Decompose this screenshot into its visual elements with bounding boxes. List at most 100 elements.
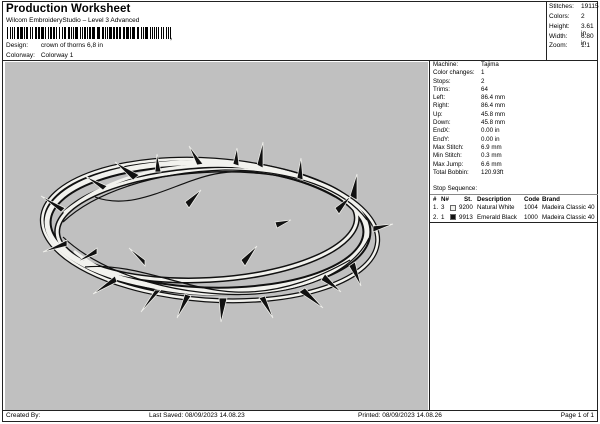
barcode-bar <box>38 27 40 39</box>
stop-sequence-header: # N# St. Description Code Brand <box>430 194 598 203</box>
barcode-bar <box>84 27 86 39</box>
info-label: Total Bobbin: <box>433 168 469 176</box>
info-label: Down: <box>433 119 451 127</box>
barcode-bar <box>32 27 33 39</box>
colorway-row: Colorway: Colorway 1 <box>6 52 73 59</box>
barcode-bar <box>163 27 164 39</box>
barcode-bar <box>92 27 95 39</box>
barcode-bar <box>161 27 162 39</box>
info-left: Left: 86.4 mm <box>430 94 598 102</box>
stop-num: 1. <box>433 204 439 211</box>
barcode <box>7 27 171 39</box>
barcode-bar <box>50 27 52 39</box>
design-value: crown of thorns 6,8 in <box>40 42 103 49</box>
stat-value: 19115 <box>581 3 599 10</box>
info-value: Tajima <box>481 61 499 68</box>
info-total-bobbin: Total Bobbin: 120.93ft <box>430 169 598 177</box>
design-preview <box>5 62 428 410</box>
barcode-bar <box>59 27 60 39</box>
colorway-value: Colorway 1 <box>40 51 74 59</box>
barcode-bar <box>168 27 169 39</box>
barcode-bar <box>107 27 108 39</box>
info-stops: Stops: 2 <box>430 78 598 86</box>
barcode-bar <box>7 27 8 39</box>
barcode-bar <box>68 27 70 39</box>
barcode-bar <box>132 27 135 39</box>
stop-code: 1000 <box>524 213 538 221</box>
stop-row: 2. 1 9913 Emerald Black 1000 Madeira Cla… <box>430 213 598 222</box>
info-value: 6.9 mm <box>481 143 502 151</box>
barcode-bar <box>113 27 115 39</box>
footer-printed: Printed: 08/09/2023 14.08.26 <box>358 412 442 419</box>
barcode-bar <box>53 27 55 39</box>
info-up: Up: 45.8 mm <box>430 111 598 119</box>
stat-stitches: Stitches: 19115 <box>549 3 599 13</box>
info-value: 120.93ft <box>481 168 504 176</box>
barcode-bar <box>105 27 106 39</box>
footer-last-saved: Last Saved: 08/09/2023 14.08.23 <box>149 412 245 419</box>
barcode-bar <box>109 27 112 39</box>
info-label: Max Stitch: <box>433 143 464 151</box>
stat-label: Width: <box>549 32 568 40</box>
info-right: Right: 86.4 mm <box>430 102 598 110</box>
barcode-bar <box>62 27 63 39</box>
stat-height: Height: 3.61 in <box>549 23 599 37</box>
barcode-mark: , <box>170 34 172 41</box>
barcode-bar <box>116 27 118 39</box>
info-down: Down: 45.8 mm <box>430 119 598 127</box>
info-label: Max Jump: <box>433 160 464 168</box>
production-worksheet: Production Worksheet Wilcom EmbroiderySt… <box>2 1 599 422</box>
barcode-bar <box>166 27 167 39</box>
barcode-bar <box>97 27 100 39</box>
info-label: Up: <box>433 110 443 118</box>
stop-description: Natural White <box>477 204 515 211</box>
stop-num: 2. <box>433 213 439 221</box>
stat-label: Height: <box>549 23 570 30</box>
footer-page-number: Page 1 of 1 <box>560 412 594 419</box>
info-value: 64 <box>481 85 488 93</box>
header: Production Worksheet Wilcom EmbroiderySt… <box>3 2 546 60</box>
barcode-bar <box>119 27 121 39</box>
info-value: 1 <box>481 69 485 77</box>
barcode-bar <box>82 27 83 39</box>
stats-panel: Stitches: 19115 Colors: 2 Height: 3.61 i… <box>546 2 599 60</box>
stop-needle: 1 <box>441 213 445 221</box>
stat-width: Width: 6.80 in <box>549 32 599 47</box>
crown-of-thorns-embroidery <box>39 141 394 323</box>
barcode-bar <box>20 27 23 39</box>
barcode-bar <box>123 27 125 39</box>
stat-label: Colors: <box>549 13 570 20</box>
color-swatch <box>450 204 456 211</box>
software-subtitle: Wilcom EmbroideryStudio – Level 3 Advanc… <box>6 17 140 24</box>
info-value: 0.3 mm <box>481 152 502 160</box>
page-title: Production Worksheet <box>6 3 131 15</box>
barcode-bar <box>12 27 13 39</box>
color-swatch <box>450 214 456 220</box>
info-label: Machine: <box>433 61 459 68</box>
barcode-bar <box>143 27 144 39</box>
crown-of-thorns-image <box>39 141 394 323</box>
info-label: Stops: <box>433 77 451 85</box>
design-label: Design: <box>6 42 29 49</box>
footer-divider <box>3 410 597 411</box>
barcode-bar <box>14 27 15 39</box>
colorway-label: Colorway: <box>6 51 35 59</box>
design-info-list: Machine: Tajima Color changes: 1 Stops: 2 T… <box>430 61 598 177</box>
barcode-bar <box>137 27 139 39</box>
barcode-bar <box>73 27 74 39</box>
info-max-stitch: Max Stitch: 6.9 mm <box>430 144 598 152</box>
barcode-bar <box>10 27 11 39</box>
info-value: 6.6 mm <box>481 160 502 168</box>
stat-colors: Colors: 2 <box>549 13 599 23</box>
barcode-bar <box>75 27 78 39</box>
info-value: 86.4 mm <box>481 94 506 102</box>
info-label: Left: <box>433 94 446 102</box>
barcode-bar <box>26 27 28 39</box>
barcode-bar <box>130 27 131 39</box>
info-value: 2 <box>481 77 485 85</box>
info-max-jump: Max Jump: 6.6 mm <box>430 161 598 169</box>
barcode-bar <box>17 27 19 39</box>
barcode-bar <box>80 27 81 39</box>
barcode-bar <box>45 27 46 39</box>
barcode-bar <box>48 27 49 39</box>
